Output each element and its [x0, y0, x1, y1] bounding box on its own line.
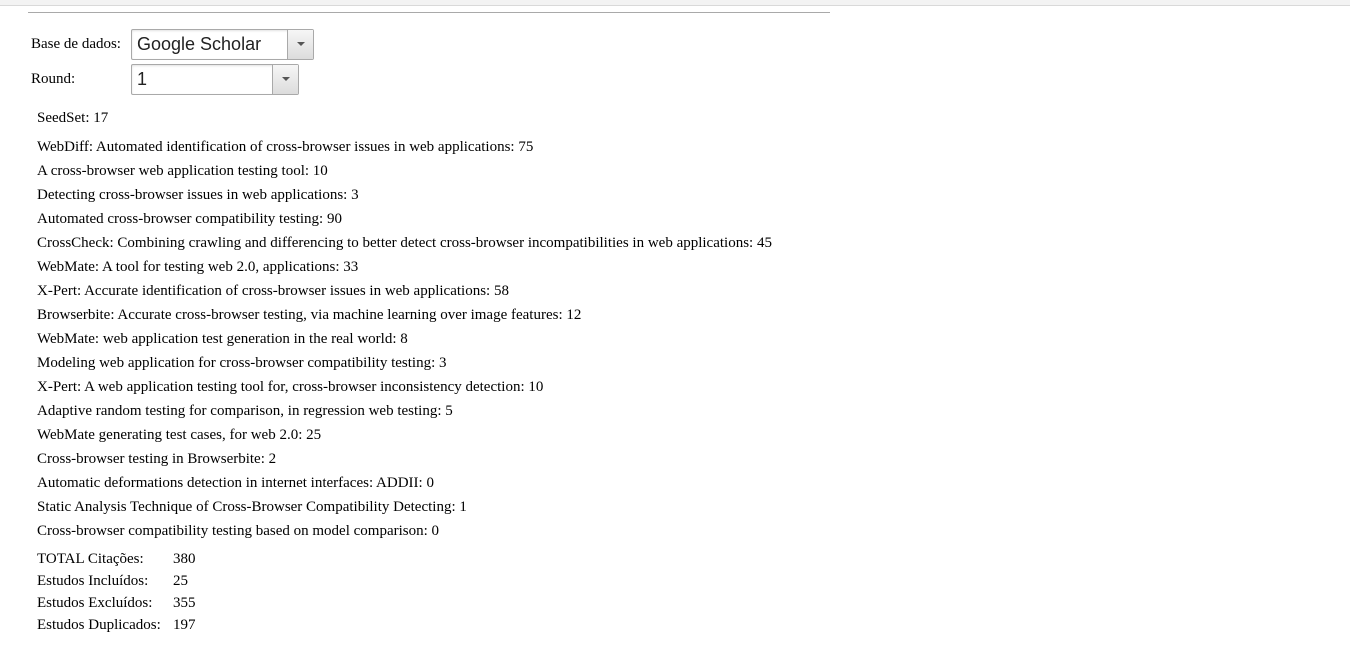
totals-summary: TOTAL Citações: 380 Estudos Incluídos: 25 …: [37, 550, 196, 638]
duplicated-studies-label: Estudos Duplicados:: [37, 617, 161, 633]
excluded-studies-label: Estudos Excluídos:: [37, 595, 153, 611]
round-dropdown-button[interactable]: [272, 65, 298, 94]
excluded-studies-value: 355: [173, 595, 196, 611]
list-item: Automated cross-browser compatibility te…: [37, 211, 342, 227]
list-item: CrossCheck: Combining crawling and diffe…: [37, 235, 772, 251]
chevron-down-icon: [297, 42, 305, 46]
list-item: X-Pert: Accurate identification of cross…: [37, 283, 509, 299]
included-studies-label: Estudos Incluídos:: [37, 573, 149, 589]
database-label: Base de dados:: [31, 36, 121, 52]
list-item: Cross-browser testing in Browserbite: 2: [37, 451, 277, 467]
database-select[interactable]: Google Scholar: [131, 29, 314, 60]
list-item: Modeling web application for cross-brows…: [37, 355, 447, 371]
list-item: WebMate generating test cases, for web 2…: [37, 427, 322, 443]
seedset-value: 17: [93, 110, 109, 126]
list-item: Detecting cross-browser issues in web ap…: [37, 187, 359, 203]
database-row: Base de dados: Google Scholar: [31, 29, 314, 60]
list-item: X-Pert: A web application testing tool f…: [37, 379, 544, 395]
database-dropdown-button[interactable]: [287, 30, 313, 59]
list-item: Automatic deformations detection in inte…: [37, 475, 434, 491]
duplicated-studies-row: Estudos Duplicados: 197: [37, 616, 196, 638]
excluded-studies-row: Estudos Excluídos: 355: [37, 594, 196, 616]
included-studies-row: Estudos Incluídos: 25: [37, 572, 196, 594]
round-select[interactable]: 1: [131, 64, 299, 95]
included-studies-value: 25: [173, 573, 188, 589]
total-citations-row: TOTAL Citações: 380: [37, 550, 196, 572]
list-item: WebMate: A tool for testing web 2.0, app…: [37, 259, 359, 275]
list-item: Cross-browser compatibility testing base…: [37, 523, 440, 539]
database-select-value: Google Scholar: [137, 34, 262, 54]
top-strip: [0, 0, 1350, 6]
round-row: Round: 1: [31, 64, 299, 95]
list-item: Adaptive random testing for comparison, …: [37, 403, 453, 419]
list-item: WebDiff: Automated identification of cro…: [37, 139, 534, 155]
study-list: WebDiff: Automated identification of cro…: [37, 138, 772, 546]
chevron-down-icon: [282, 77, 290, 81]
list-item: Browserbite: Accurate cross-browser test…: [37, 307, 582, 323]
seedset-line: SeedSet: 17: [37, 110, 108, 127]
total-citations-label: TOTAL Citações:: [37, 551, 144, 567]
round-label: Round:: [31, 71, 76, 87]
list-item: WebMate: web application test generation…: [37, 331, 408, 347]
total-citations-value: 380: [173, 551, 196, 567]
seedset-label: SeedSet:: [37, 110, 90, 126]
round-select-value: 1: [137, 69, 148, 89]
horizontal-divider: [28, 12, 830, 13]
duplicated-studies-value: 197: [173, 617, 196, 633]
list-item: A cross-browser web application testing …: [37, 163, 328, 179]
list-item: Static Analysis Technique of Cross-Brows…: [37, 499, 467, 515]
